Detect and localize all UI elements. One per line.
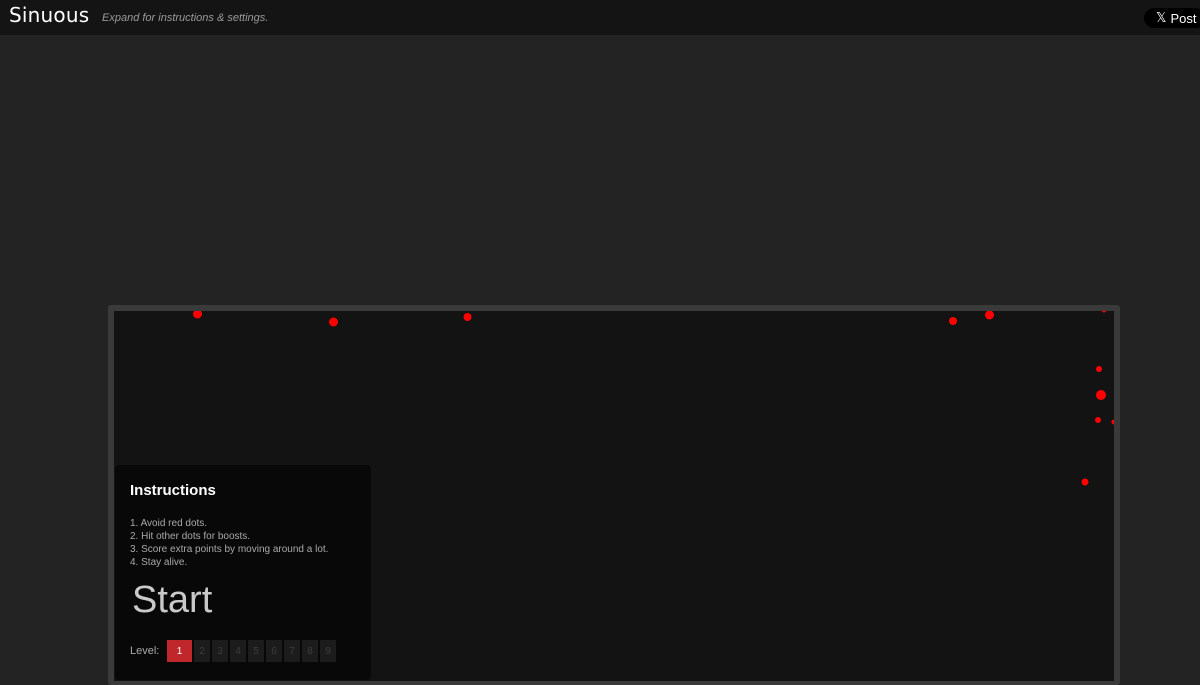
- level-label: Level:: [130, 645, 160, 657]
- red-dot: [1096, 390, 1106, 400]
- red-dot: [1096, 366, 1102, 372]
- level-button-6[interactable]: 6: [266, 640, 282, 662]
- instructions-panel: Instructions 1. Avoid red dots. 2. Hit o…: [115, 465, 371, 680]
- instructions-title: Instructions: [130, 482, 216, 499]
- red-dot: [1101, 311, 1107, 313]
- red-dot: [193, 311, 202, 319]
- instruction-item: 3. Score extra points by moving around a…: [130, 544, 329, 555]
- red-dot: [463, 313, 472, 321]
- level-button-8[interactable]: 8: [302, 640, 318, 662]
- red-dot: [1095, 417, 1101, 423]
- red-dot: [1111, 419, 1114, 425]
- level-button-1[interactable]: 1: [167, 640, 192, 662]
- post-button-label: Post: [1170, 10, 1197, 26]
- level-button-5[interactable]: 5: [248, 640, 264, 662]
- red-dot: [1081, 478, 1089, 486]
- top-bar: Sinuous Expand for instructions & settin…: [0, 0, 1200, 35]
- instruction-item: 1. Avoid red dots.: [130, 518, 208, 529]
- red-dot: [985, 311, 994, 320]
- app-logo: Sinuous: [9, 3, 90, 27]
- level-button-9[interactable]: 9: [320, 640, 336, 662]
- instruction-item: 2. Hit other dots for boosts.: [130, 531, 251, 542]
- level-selector: 1 2 3 4 5 6 7 8 9: [167, 640, 338, 662]
- instruction-item: 4. Stay alive.: [130, 557, 188, 568]
- post-button[interactable]: 𝕏 Post: [1144, 8, 1200, 28]
- red-dot: [949, 317, 957, 325]
- expand-instructions-link[interactable]: Expand for instructions & settings.: [102, 12, 268, 24]
- level-button-4[interactable]: 4: [230, 640, 246, 662]
- red-dot: [329, 317, 338, 327]
- level-button-3[interactable]: 3: [212, 640, 228, 662]
- instructions-list: 1. Avoid red dots. 2. Hit other dots for…: [130, 517, 328, 569]
- start-button[interactable]: Start: [132, 579, 212, 622]
- level-button-7[interactable]: 7: [284, 640, 300, 662]
- level-button-2[interactable]: 2: [194, 640, 210, 662]
- x-logo-icon: 𝕏: [1156, 10, 1167, 26]
